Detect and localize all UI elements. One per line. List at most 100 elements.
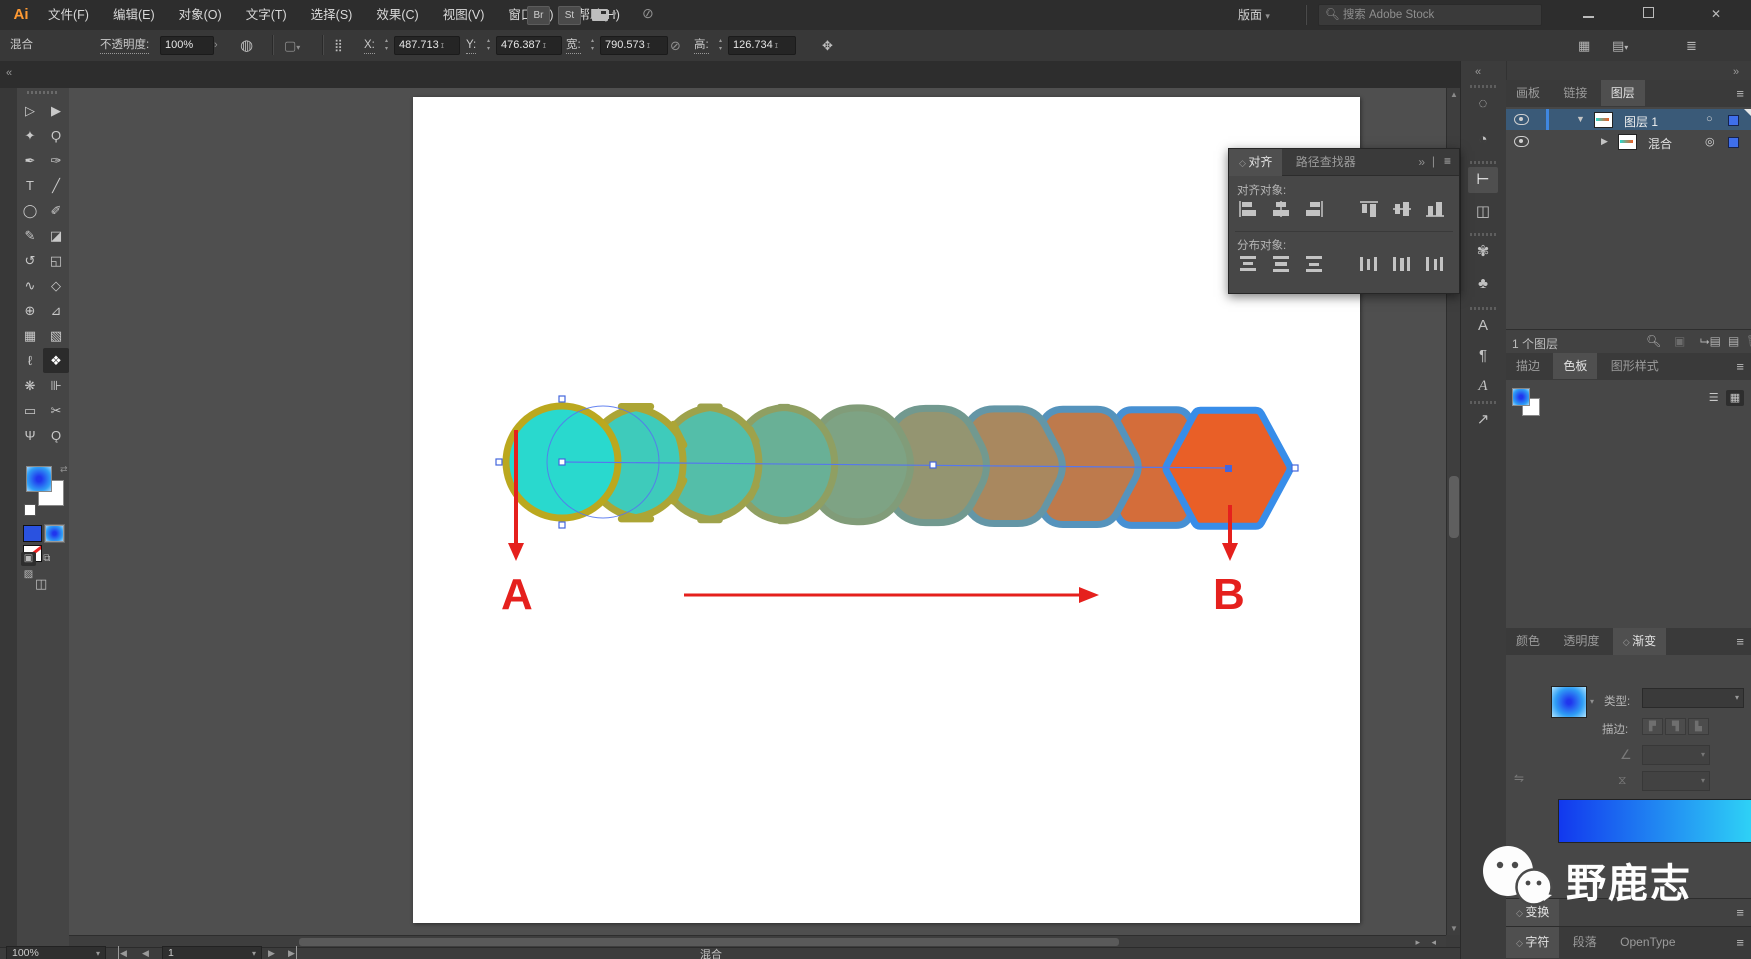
type-tool[interactable]: T xyxy=(17,173,43,198)
new-sublayer-icon[interactable]: ⮡▤ xyxy=(1700,334,1721,349)
y-stepper[interactable]: ▴▾ xyxy=(484,37,493,53)
menu-item-3[interactable]: 文字(T) xyxy=(234,0,299,30)
layer-row[interactable]: ▼ 图层 1 ○ xyxy=(1506,109,1751,130)
opacity-field[interactable]: 100% xyxy=(160,36,214,55)
visibility-eye-icon[interactable] xyxy=(1514,114,1529,128)
document-layout-icon[interactable]: ▤▾ xyxy=(1612,30,1628,63)
gradient-angle-select[interactable]: ▾ xyxy=(1642,745,1710,765)
draw-normal-mode-button[interactable]: ▣ xyxy=(21,552,36,566)
gradient-thumb-arrow[interactable]: ▾ xyxy=(1590,697,1594,706)
layers-panel-menu-icon[interactable]: ≡ xyxy=(1736,86,1744,101)
sublayer-row[interactable]: ▶ 混合 ◎ xyxy=(1506,131,1751,152)
stroke-within-icon[interactable]: ▛ xyxy=(1642,718,1663,735)
sublayer-thumbnail[interactable] xyxy=(1618,134,1637,150)
tab-pathfinder[interactable]: 路径查找器 xyxy=(1286,149,1366,175)
lasso-tool[interactable]: Ϙ xyxy=(43,123,69,148)
align-h-center-icon[interactable] xyxy=(1270,199,1292,219)
swatches-panel-menu-icon[interactable]: ≡ xyxy=(1736,359,1744,374)
y-field[interactable]: 476.387ɪ xyxy=(496,36,562,55)
scroll-up-icon[interactable]: ▲ xyxy=(1447,90,1461,99)
x-field[interactable]: 487.713ɪ xyxy=(394,36,460,55)
brushes-panel-icon[interactable]: ✾ xyxy=(1468,239,1498,265)
blend-tool[interactable]: ❖ xyxy=(43,348,69,373)
character-styles-panel-icon[interactable]: A xyxy=(1468,373,1498,399)
expand-chevron-icon[interactable]: ▼ xyxy=(1576,114,1585,124)
stroke-across-icon[interactable]: ▙ xyxy=(1688,718,1709,735)
y-label[interactable]: Y: xyxy=(466,37,476,54)
pen-tool[interactable]: ✒ xyxy=(17,148,43,173)
swatch-fill-stroke-proxy[interactable] xyxy=(1512,388,1546,418)
anchor-handle-selected[interactable] xyxy=(1225,465,1232,472)
gradient-aspect-select[interactable]: ▾ xyxy=(1642,771,1710,791)
selection-tool[interactable]: ▷ xyxy=(17,98,43,123)
hand-tool[interactable]: Ψ xyxy=(17,423,43,448)
anchor-handle-6[interactable] xyxy=(1292,465,1298,471)
eraser-tool[interactable]: ◪ xyxy=(43,223,69,248)
tab-swatches[interactable]: 色板 xyxy=(1553,353,1597,379)
opacity-label[interactable]: 不透明度: xyxy=(100,37,149,54)
zoom-level-field[interactable]: 100%▾ xyxy=(6,946,106,959)
list-view-icon[interactable]: ☰ xyxy=(1705,390,1723,406)
menu-item-5[interactable]: 效果(C) xyxy=(364,0,430,30)
select-similar-icon[interactable]: ▢▾ xyxy=(284,30,300,63)
recolor-artwork-icon[interactable]: ◍ xyxy=(240,30,253,61)
menu-item-0[interactable]: 文件(F) xyxy=(36,0,101,30)
swap-fill-stroke-icon[interactable]: ⇄ xyxy=(60,464,68,475)
mesh-tool[interactable]: ▦ xyxy=(17,323,43,348)
tab-paragraph[interactable]: 段落 xyxy=(1563,927,1607,957)
blend-artwork[interactable]: AB xyxy=(413,97,1360,923)
layer-name[interactable]: 图层 1 xyxy=(1624,113,1658,130)
distribute-h-center-icon[interactable] xyxy=(1391,254,1413,274)
selection-chip[interactable] xyxy=(1728,137,1739,148)
eyedropper-tool[interactable]: ℓ xyxy=(17,348,43,373)
layer-thumbnail[interactable] xyxy=(1594,112,1613,128)
height-stepper[interactable]: ▴▾ xyxy=(716,37,725,53)
prev-artboard-icon[interactable]: ◀ xyxy=(142,946,149,959)
gradient-panel-icon[interactable]: ◔ xyxy=(1468,127,1498,153)
menu-item-6[interactable]: 视图(V) xyxy=(431,0,497,30)
make-mask-icon[interactable]: ▣ xyxy=(1674,334,1685,348)
rotate-tool[interactable]: ↺ xyxy=(17,248,43,273)
direct-selection-tool[interactable]: ▶ xyxy=(43,98,69,123)
selection-chip[interactable] xyxy=(1728,115,1739,126)
gradient-slider[interactable] xyxy=(1558,799,1751,843)
constrain-proportions-icon[interactable]: ⊘ xyxy=(670,30,681,61)
distribute-right-icon[interactable] xyxy=(1424,254,1446,274)
delete-layer-icon[interactable]: 🗑︎ xyxy=(1746,334,1751,348)
tab-color[interactable]: 颜色 xyxy=(1506,628,1550,654)
anchor-handle-2[interactable] xyxy=(559,396,565,402)
arrange-documents-icon[interactable]: ▦ xyxy=(1578,30,1590,61)
panel-collapse-icon[interactable]: » xyxy=(1418,155,1425,169)
gradient-panel-menu-icon[interactable]: ≡ xyxy=(1736,634,1744,649)
draw-inside-mode-button[interactable]: ▨ xyxy=(21,568,36,582)
artboard-tool[interactable]: ▭ xyxy=(17,398,43,423)
tab-artboards[interactable]: 画板 xyxy=(1506,80,1550,106)
graphic-styles-panel-icon[interactable]: A xyxy=(1468,313,1498,339)
shape-builder-tool[interactable]: ⊕ xyxy=(17,298,43,323)
paintbrush-tool[interactable]: ✐ xyxy=(43,198,69,223)
horizontal-scroll-thumb[interactable] xyxy=(299,938,1119,946)
align-left-icon[interactable] xyxy=(1237,199,1259,219)
align-top-icon[interactable] xyxy=(1358,199,1380,219)
gpu-performance-icon[interactable] xyxy=(592,9,608,21)
symbol-sprayer-tool[interactable]: ❋ xyxy=(17,373,43,398)
reverse-gradient-icon[interactable]: ⇋ xyxy=(1514,771,1524,785)
distribute-top-icon[interactable] xyxy=(1237,254,1259,274)
slice-tool[interactable]: ✂ xyxy=(43,398,69,423)
asset-export-panel-icon[interactable]: ↗ xyxy=(1468,407,1498,433)
distribute-v-center-icon[interactable] xyxy=(1270,254,1292,274)
distribute-left-icon[interactable] xyxy=(1358,254,1380,274)
fill-proxy[interactable] xyxy=(26,466,52,492)
stroke-along-icon[interactable]: ▜ xyxy=(1665,718,1686,735)
new-layer-icon[interactable]: ▤ xyxy=(1728,334,1739,348)
grid-view-icon[interactable]: ▦ xyxy=(1726,390,1744,406)
collapse-dock-icon[interactable]: » xyxy=(1733,66,1739,78)
height-field[interactable]: 126.734ɪ xyxy=(728,36,796,55)
magic-wand-tool[interactable]: ✦ xyxy=(17,123,43,148)
expand-dock-icon[interactable]: « xyxy=(1475,66,1481,78)
panel-menu-icon[interactable]: ≡ xyxy=(1444,154,1451,168)
anchor-handle-4[interactable] xyxy=(559,459,565,465)
stock-button[interactable]: St xyxy=(558,6,581,25)
scroll-down-icon[interactable]: ▼ xyxy=(1447,924,1461,933)
anchor-handle-5[interactable] xyxy=(930,462,936,468)
